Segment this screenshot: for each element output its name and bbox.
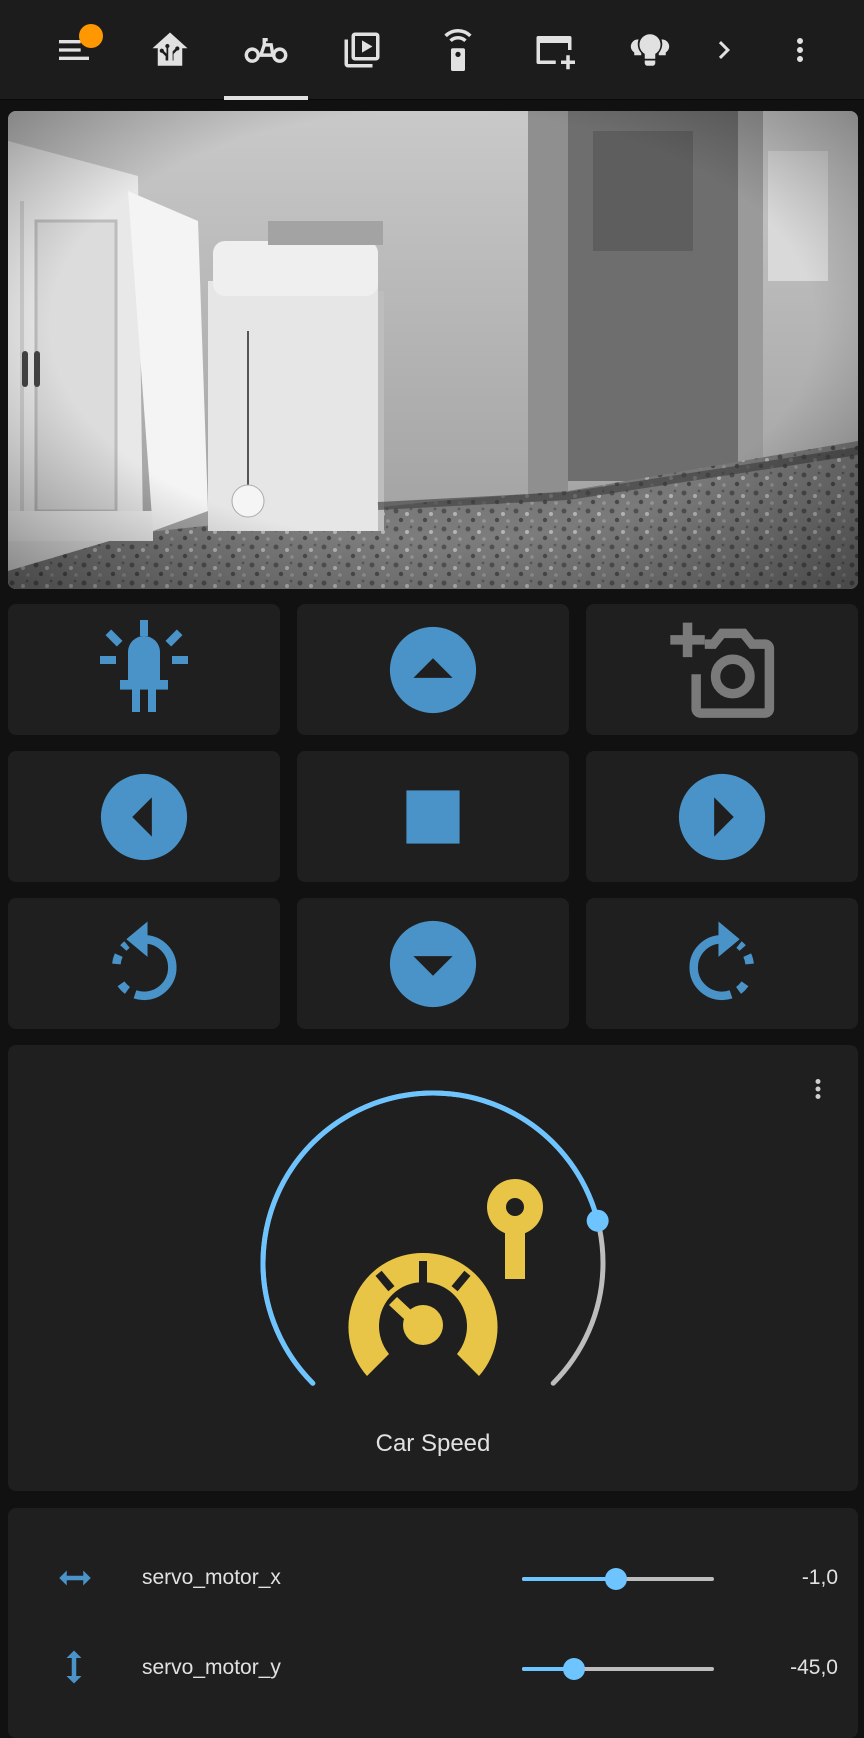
tab-remote[interactable] xyxy=(416,0,500,100)
overflow-menu-button[interactable] xyxy=(770,0,830,100)
arrow-up-circle-icon xyxy=(386,623,480,717)
gauge-handle[interactable] xyxy=(586,1209,609,1232)
notification-badge xyxy=(79,24,103,48)
arrow-right-circle-icon xyxy=(675,770,769,864)
stop-icon xyxy=(404,788,462,846)
card-plus-icon xyxy=(536,36,575,70)
stop-button[interactable] xyxy=(297,751,569,882)
robot-car-icon xyxy=(244,38,288,63)
dots-vertical-icon xyxy=(797,38,803,62)
rotate-left-button[interactable] xyxy=(8,898,280,1029)
camera-feed[interactable] xyxy=(8,111,858,589)
arrow-down-circle-icon xyxy=(386,917,480,1011)
servo-entities-card: servo_motor_x -1,0 servo_motor_y -45,0 xyxy=(8,1508,858,1738)
menu-button[interactable] xyxy=(32,0,116,100)
rotate-left-icon xyxy=(101,918,187,1010)
lightbulb-group-icon xyxy=(630,34,670,66)
tab-robot-car[interactable] xyxy=(224,0,308,100)
home-assistant-icon xyxy=(152,32,188,66)
right-button[interactable] xyxy=(586,751,858,882)
chevron-right-icon xyxy=(718,41,730,59)
entity-value: -1,0 xyxy=(801,1566,838,1589)
slider-handle[interactable] xyxy=(605,1568,628,1590)
servo-y-slider[interactable] xyxy=(522,1658,714,1680)
entity-row-servo-y: servo_motor_y -45,0 xyxy=(8,1638,858,1698)
speed-gauge[interactable] xyxy=(8,1045,858,1491)
arrow-up-down-icon xyxy=(66,1650,82,1684)
tab-lights[interactable] xyxy=(608,0,692,100)
arrow-left-circle-icon xyxy=(97,770,191,864)
remote-icon xyxy=(444,29,472,71)
slider-fill xyxy=(522,1577,617,1581)
rotate-right-button[interactable] xyxy=(586,898,858,1029)
entity-value: -45,0 xyxy=(790,1656,838,1679)
led-toggle-button[interactable] xyxy=(8,604,280,735)
led-on-icon xyxy=(96,615,192,725)
tab-home[interactable] xyxy=(128,0,212,100)
slider-handle[interactable] xyxy=(562,1658,585,1680)
tabs-scroll-right[interactable] xyxy=(700,0,748,100)
entity-name: servo_motor_y xyxy=(142,1656,281,1679)
car-speed-card: Car Speed xyxy=(8,1045,858,1491)
entity-row-servo-x: servo_motor_x -1,0 xyxy=(8,1548,858,1608)
tab-media[interactable] xyxy=(320,0,404,100)
speedometer-key-icon xyxy=(348,1179,543,1376)
snapshot-button[interactable] xyxy=(586,604,858,735)
media-playlist-icon xyxy=(344,32,380,68)
entity-name: servo_motor_x xyxy=(142,1566,281,1589)
gauge-title: Car Speed xyxy=(375,1430,491,1457)
camera-plus-icon xyxy=(666,618,778,722)
camera-image xyxy=(8,111,858,589)
forward-button[interactable] xyxy=(297,604,569,735)
tab-add-card[interactable] xyxy=(512,0,596,100)
arrow-left-right-icon xyxy=(59,1570,91,1586)
left-button[interactable] xyxy=(8,751,280,882)
backward-button[interactable] xyxy=(297,898,569,1029)
top-toolbar xyxy=(0,0,864,100)
servo-x-slider[interactable] xyxy=(522,1568,714,1590)
rotate-right-icon xyxy=(679,918,765,1010)
